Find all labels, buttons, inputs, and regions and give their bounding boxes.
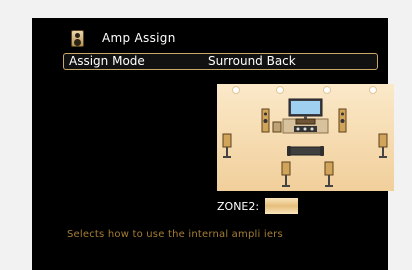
ceiling-light-icon [323, 86, 331, 94]
ceiling-light-icon [369, 86, 377, 94]
ceiling-light-icon [276, 86, 284, 94]
page-title: Amp Assign [102, 31, 176, 45]
front-right-speaker-icon [338, 108, 347, 133]
speaker-icon [71, 30, 84, 47]
subwoofer-icon [272, 121, 282, 133]
zone2-indicator [265, 198, 298, 214]
assign-mode-label: Assign Mode [69, 54, 145, 68]
help-description: Selects how to use the internal ampli ie… [67, 229, 283, 240]
center-speaker-icon [295, 118, 316, 125]
ceiling-light-icon [232, 86, 240, 94]
screen: Amp Assign Assign Mode Surround Back ZON… [0, 0, 412, 270]
tv-icon [288, 98, 323, 119]
assign-mode-value: Surround Back [208, 54, 296, 68]
sofa-icon [287, 146, 324, 156]
zone2-label: ZONE2: [217, 200, 260, 213]
front-left-speaker-icon [261, 108, 270, 133]
speaker-layout-diagram [217, 84, 394, 191]
assign-mode-row[interactable]: Assign Mode Surround Back [63, 53, 378, 70]
